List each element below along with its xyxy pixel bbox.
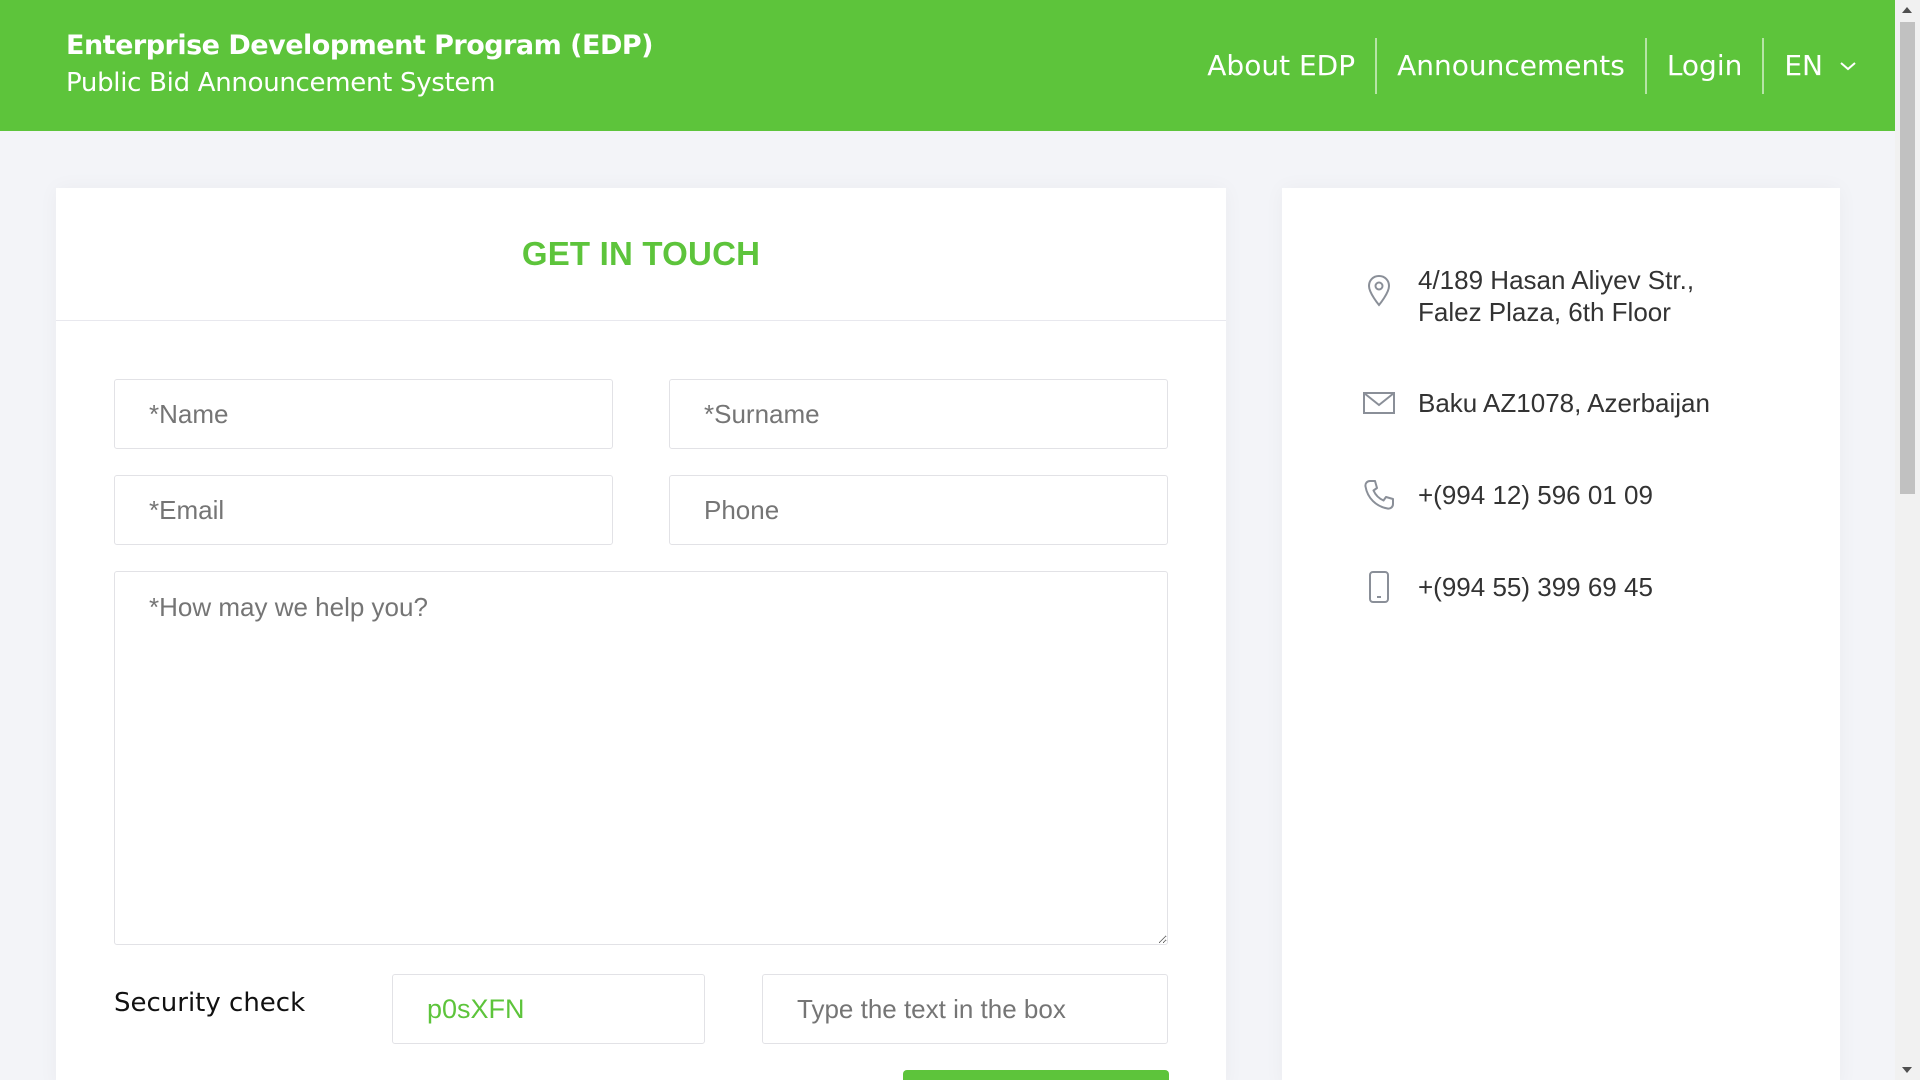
captcha-code: p0sXFN [392,974,705,1044]
submit-button[interactable] [903,1070,1169,1080]
language-selector[interactable]: EN [1764,38,1857,94]
nav-announcements-link[interactable]: Announcements [1377,38,1645,94]
scroll-thumb[interactable] [1900,22,1915,494]
surname-input[interactable] [669,379,1168,449]
email-input[interactable] [114,475,613,545]
site-header: Enterprise Development Program (EDP) Pub… [0,0,1895,131]
phone-icon [1360,479,1398,511]
mobile-phone-icon [1360,571,1398,603]
nav-about-link[interactable]: About EDP [1187,38,1375,94]
name-input[interactable] [114,379,613,449]
brand[interactable]: Enterprise Development Program (EDP) Pub… [66,28,654,102]
brand-subtitle: Public Bid Announcement System [66,68,496,98]
scroll-up-arrow-icon[interactable] [1902,7,1912,13]
scroll-down-arrow-icon[interactable] [1902,1067,1912,1073]
message-textarea[interactable] [114,571,1168,945]
address-line-2: Falez Plaza, 6th Floor [1418,297,1671,327]
contact-info-card: 4/189 Hasan Aliyev Str., Falez Plaza, 6t… [1282,188,1840,1080]
brand-title: Enterprise Development Program (EDP) [66,30,654,61]
mobile-item: +(994 55) 399 69 45 [1360,571,1653,603]
captcha-input[interactable] [762,974,1168,1044]
location-pin-icon [1360,274,1398,308]
nav-login-link[interactable]: Login [1647,38,1763,94]
form-header: GET IN TOUCH [56,188,1226,321]
form-title: GET IN TOUCH [521,235,761,272]
security-check-label: Security check [114,988,306,1018]
page-scrollbar[interactable] [1895,0,1920,1080]
address-item: 4/189 Hasan Aliyev Str., Falez Plaza, 6t… [1360,264,1694,328]
city-text: Baku AZ1078, Azerbaijan [1418,388,1710,418]
contact-form-card: GET IN TOUCH Security check p0sXFN [56,188,1226,1080]
phone-input[interactable] [669,475,1168,545]
envelope-icon [1360,392,1398,414]
main-nav: About EDP Announcements Login EN [1187,38,1857,94]
phone-item: +(994 12) 596 01 09 [1360,479,1653,511]
address-line-1: 4/189 Hasan Aliyev Str., [1418,265,1695,295]
city-item: Baku AZ1078, Azerbaijan [1360,387,1710,419]
phone-text[interactable]: +(994 12) 596 01 09 [1418,479,1653,511]
chevron-down-icon [1840,62,1856,71]
mobile-text[interactable]: +(994 55) 399 69 45 [1418,571,1653,603]
language-label: EN [1784,49,1823,82]
